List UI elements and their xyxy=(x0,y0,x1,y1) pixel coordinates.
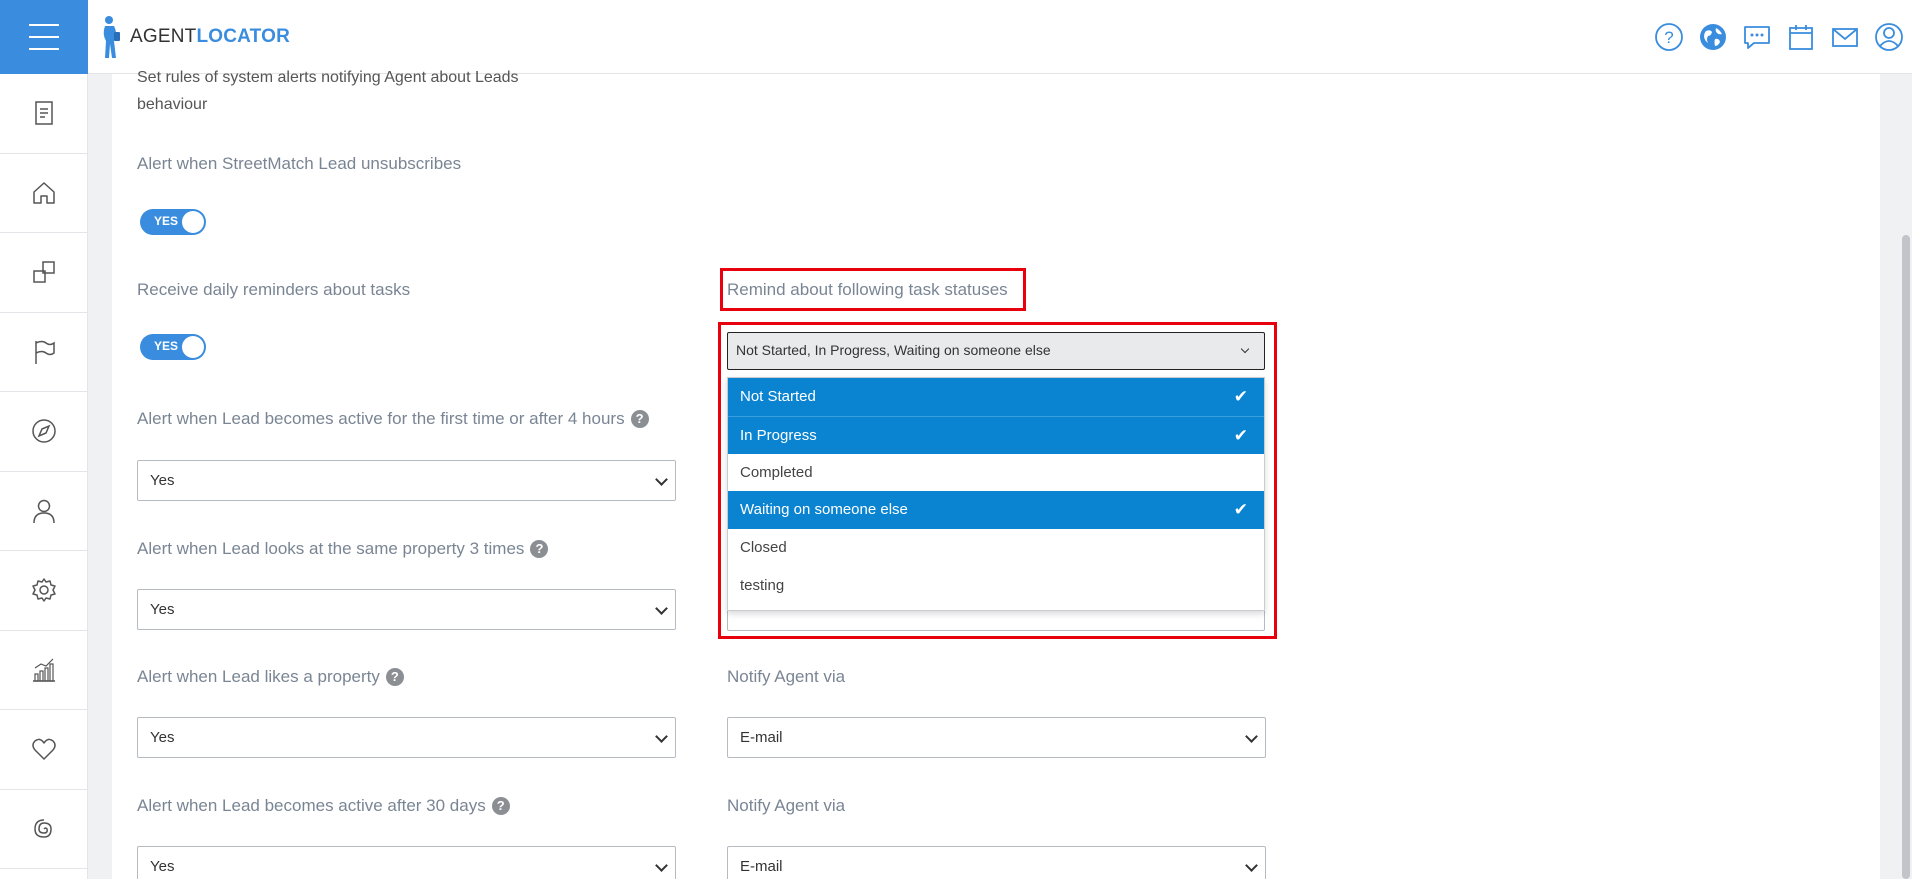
chevron-down-icon xyxy=(655,602,668,615)
sidebar-item-favorites[interactable] xyxy=(0,710,87,790)
help-icon[interactable]: ? xyxy=(530,540,549,558)
menu-toggle-button[interactable] xyxy=(0,0,88,74)
same-property-label: Alert when Lead looks at the same proper… xyxy=(137,539,549,559)
select-value: Yes xyxy=(150,601,175,618)
sidebar-item-home[interactable] xyxy=(0,154,87,233)
top-bar: AGENTLOCATOR ? xyxy=(0,0,1912,74)
scrollbar-thumb[interactable] xyxy=(1902,235,1910,879)
flag-icon xyxy=(34,340,55,364)
likes-notify-label: Notify Agent via xyxy=(727,667,846,686)
chevron-down-icon xyxy=(655,730,668,743)
squares-icon xyxy=(32,261,55,283)
active-30-notify-select[interactable]: E-mail xyxy=(727,846,1266,879)
same-property-select[interactable]: Yes xyxy=(137,589,676,630)
select-value: E-mail xyxy=(740,729,783,746)
spiral-icon xyxy=(33,819,52,838)
sidebar-item-settings[interactable] xyxy=(0,551,87,631)
person-icon xyxy=(32,499,55,523)
calendar-icon xyxy=(1789,25,1813,50)
chevron-down-icon xyxy=(1245,730,1258,743)
likes-property-select[interactable]: Yes xyxy=(137,717,676,758)
help-icon: ? xyxy=(1655,23,1683,51)
chevron-down-icon xyxy=(1245,859,1258,872)
toggle-knob xyxy=(182,336,204,358)
help-icon[interactable]: ? xyxy=(385,668,404,686)
document-icon xyxy=(34,101,53,125)
select-value: Yes xyxy=(150,858,175,875)
help-icon[interactable]: ? xyxy=(630,410,649,428)
section-description: Set rules of system alerts notifying Age… xyxy=(137,69,519,113)
active-30-days-select[interactable]: Yes xyxy=(137,846,676,879)
sidebar xyxy=(0,74,88,879)
unsubscribe-alert-label: Alert when StreetMatch Lead unsubscribes xyxy=(137,154,462,173)
chevron-down-icon xyxy=(655,473,668,486)
home-icon xyxy=(32,182,55,204)
help-icon[interactable]: ? xyxy=(491,797,510,815)
hamburger-icon xyxy=(29,19,59,55)
likes-notify-select[interactable]: E-mail xyxy=(727,717,1266,758)
sidebar-item-statistics[interactable] xyxy=(0,631,87,710)
likes-property-text: Alert when Lead likes a property xyxy=(137,667,380,686)
compass-icon xyxy=(31,419,56,443)
active-first-time-label: Alert when Lead becomes active for the f… xyxy=(137,409,649,429)
globe-icon xyxy=(1700,24,1726,50)
help-button[interactable]: ? xyxy=(1654,20,1684,54)
profile-button[interactable] xyxy=(1874,20,1904,54)
chat-button[interactable] xyxy=(1742,20,1772,54)
chevron-down-icon xyxy=(655,859,668,872)
select-value: Yes xyxy=(150,729,175,746)
highlight-box-label xyxy=(720,268,1026,311)
active-first-time-text: Alert when Lead becomes active for the f… xyxy=(137,409,625,428)
calendar-button[interactable] xyxy=(1786,20,1816,54)
user-icon xyxy=(1875,23,1903,51)
unsubscribe-alert-toggle[interactable]: YES xyxy=(140,209,206,235)
heart-icon xyxy=(31,738,56,760)
globe-button[interactable] xyxy=(1698,20,1728,54)
active-30-notify-label: Notify Agent via xyxy=(727,796,846,815)
logo[interactable]: AGENTLOCATOR xyxy=(100,12,290,62)
gear-icon xyxy=(31,578,56,602)
mail-icon xyxy=(1832,28,1858,47)
daily-reminders-toggle[interactable]: YES xyxy=(140,334,206,360)
sidebar-item-documents[interactable] xyxy=(0,74,87,154)
toggle-knob xyxy=(182,211,204,233)
highlight-box-dropdown xyxy=(718,322,1277,639)
chat-icon xyxy=(1744,26,1770,49)
sidebar-item-contacts[interactable] xyxy=(0,472,87,551)
toggle-text: YES xyxy=(154,339,179,353)
sidebar-item-explore[interactable] xyxy=(0,392,87,472)
active-first-time-select[interactable]: Yes xyxy=(137,460,676,501)
sidebar-item-listings[interactable] xyxy=(0,233,87,313)
active-30-days-text: Alert when Lead becomes active after 30 … xyxy=(137,796,486,815)
daily-reminders-label: Receive daily reminders about tasks xyxy=(137,280,411,299)
sidebar-item-activity[interactable] xyxy=(0,790,87,869)
select-value: Yes xyxy=(150,472,175,489)
toggle-text: YES xyxy=(154,214,179,228)
chart-icon xyxy=(32,658,55,682)
same-property-text: Alert when Lead looks at the same proper… xyxy=(137,539,525,558)
likes-property-label: Alert when Lead likes a property? xyxy=(137,667,404,687)
sidebar-item-flags[interactable] xyxy=(0,313,87,392)
agent-logo-icon xyxy=(103,16,120,58)
mail-button[interactable] xyxy=(1830,20,1860,54)
active-30-days-label: Alert when Lead becomes active after 30 … xyxy=(137,796,510,816)
svg-text:?: ? xyxy=(1664,28,1673,47)
select-value: E-mail xyxy=(740,858,783,875)
brand-name: AGENTLOCATOR xyxy=(130,26,291,47)
